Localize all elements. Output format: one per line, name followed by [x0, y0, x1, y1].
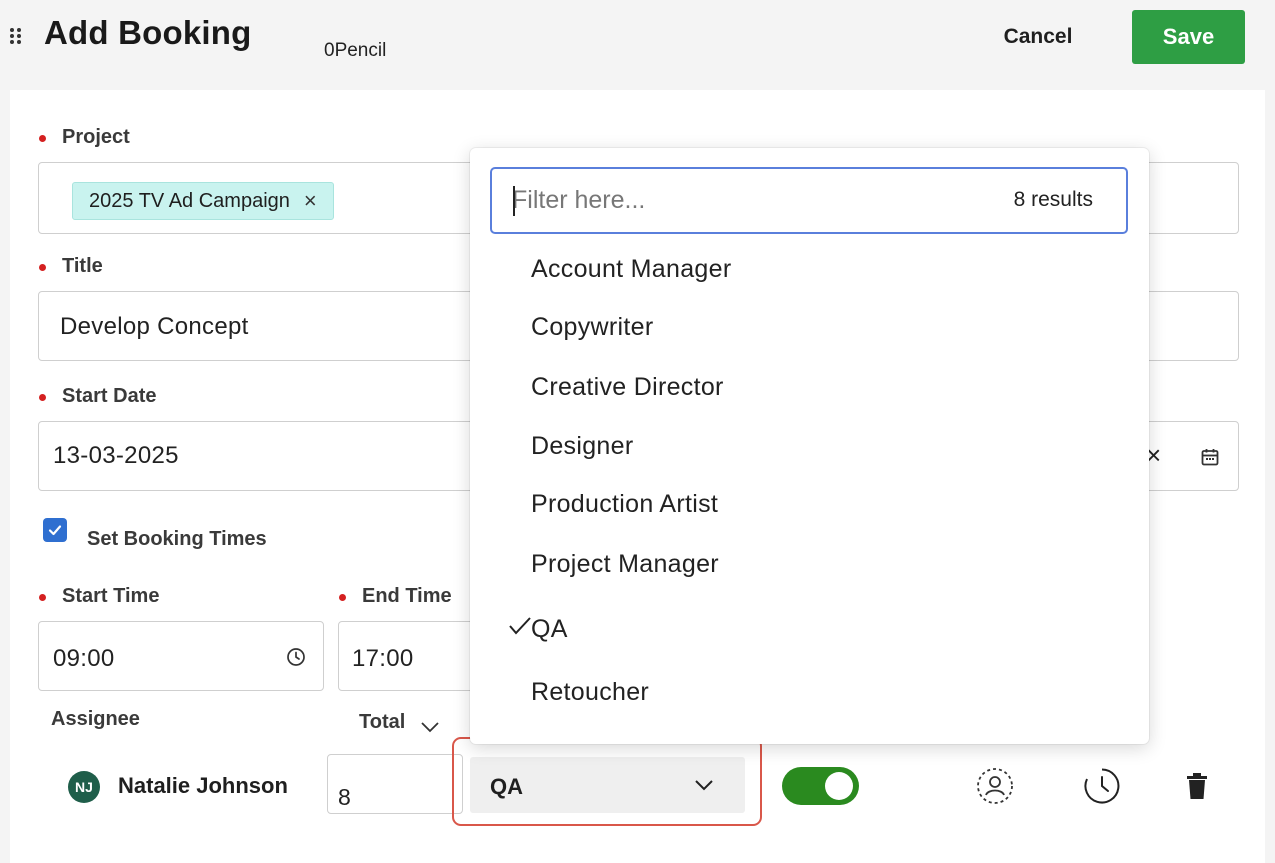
clock-icon[interactable]	[284, 645, 308, 669]
check-icon	[48, 525, 62, 536]
role-option-project-manager[interactable]: Project Manager	[470, 537, 1149, 595]
role-option-production-artist[interactable]: Production Artist	[470, 477, 1149, 535]
text-caret	[513, 186, 515, 216]
option-label: Production Artist	[531, 490, 719, 518]
required-indicator	[39, 594, 46, 601]
booking-times-checkbox[interactable]	[43, 518, 67, 542]
project-chip: 2025 TV Ad Campaign ×	[72, 182, 334, 220]
title-label: Title	[62, 255, 103, 277]
option-label: Project Manager	[531, 550, 719, 578]
close-icon[interactable]: ×	[304, 190, 317, 212]
filter-box[interactable]: 8 results	[490, 167, 1128, 234]
booking-times-label: Set Booking Times	[87, 528, 267, 550]
end-time-label: End Time	[362, 585, 452, 607]
hours-value: 8	[338, 784, 352, 810]
required-indicator	[339, 594, 346, 601]
cancel-button[interactable]: Cancel	[982, 14, 1094, 60]
end-time-value: 17:00	[352, 645, 414, 672]
option-label: QA	[531, 615, 568, 643]
role-select-highlight	[452, 737, 762, 826]
checkmark-icon	[508, 616, 532, 641]
filter-input[interactable]	[512, 169, 972, 232]
role-option-creative-director[interactable]: Creative Director	[470, 360, 1149, 418]
total-column-header[interactable]: Total	[359, 711, 405, 734]
add-booking-page: Add Booking 0Pencil Cancel Save Project …	[0, 0, 1275, 863]
title-value: Develop Concept	[60, 313, 249, 340]
option-label: Retoucher	[531, 678, 650, 706]
toggle-knob	[825, 772, 853, 800]
required-indicator	[39, 264, 46, 271]
required-indicator	[39, 135, 46, 142]
role-dropdown: 8 results Account Manager Copywriter Cre…	[470, 148, 1149, 744]
user-circle-icon[interactable]	[975, 766, 1015, 806]
assignee-column-header: Assignee	[51, 708, 140, 730]
assignee-enabled-toggle[interactable]	[782, 767, 859, 805]
page-title: Add Booking	[44, 14, 252, 51]
required-indicator	[39, 394, 46, 401]
option-label: Account Manager	[531, 255, 732, 283]
start-time-label: Start Time	[62, 585, 160, 607]
start-time-value: 09:00	[53, 645, 115, 672]
role-option-designer[interactable]: Designer	[470, 419, 1149, 477]
save-button[interactable]: Save	[1132, 10, 1245, 64]
option-label: Designer	[531, 432, 634, 460]
role-option-retoucher[interactable]: Retoucher	[470, 665, 1149, 723]
start-date-label: Start Date	[62, 385, 157, 407]
header: Add Booking 0Pencil Cancel Save	[0, 0, 1275, 90]
chevron-down-icon[interactable]	[419, 716, 441, 738]
avatar: NJ	[68, 771, 100, 803]
role-option-copywriter[interactable]: Copywriter	[470, 300, 1149, 358]
assignee-name: Natalie Johnson	[118, 773, 288, 798]
trash-icon[interactable]	[1183, 770, 1211, 802]
page-subtitle: 0Pencil	[324, 40, 387, 61]
option-label: Copywriter	[531, 313, 654, 341]
project-label: Project	[62, 126, 130, 148]
drag-handle-icon[interactable]	[8, 26, 24, 46]
start-date-value: 13-03-2025	[53, 442, 179, 469]
history-icon[interactable]	[1082, 766, 1122, 806]
option-label: Creative Director	[531, 373, 724, 401]
role-option-account-manager[interactable]: Account Manager	[470, 242, 1149, 300]
results-count: 8 results	[1013, 188, 1093, 211]
project-chip-label: 2025 TV Ad Campaign	[89, 189, 290, 212]
calendar-icon[interactable]	[1198, 445, 1222, 469]
role-option-qa[interactable]: QA	[470, 602, 1149, 660]
